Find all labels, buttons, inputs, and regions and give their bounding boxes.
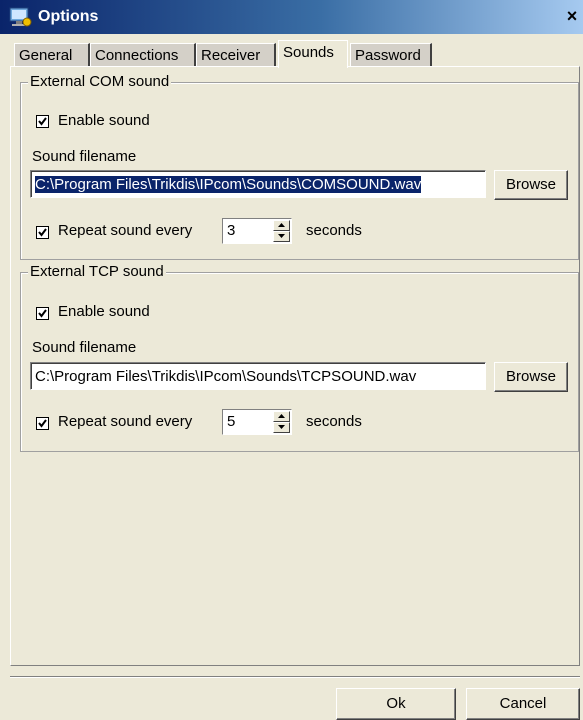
close-icon[interactable]: × xyxy=(563,6,581,26)
com-filename-label: Sound filename xyxy=(32,148,137,165)
tcp-repeat-checkbox[interactable] xyxy=(36,417,49,430)
tcp-repeat-value: 5 xyxy=(227,413,236,430)
spin-down-icon[interactable] xyxy=(273,231,290,242)
com-repeat-label: Repeat sound every xyxy=(58,222,193,239)
spin-up-icon[interactable] xyxy=(273,220,290,231)
com-repeat-value: 3 xyxy=(227,222,236,239)
tcp-enable-checkbox[interactable] xyxy=(36,307,49,320)
window-title: Options xyxy=(38,8,99,25)
com-seconds-label: seconds xyxy=(306,222,362,239)
tab-sounds[interactable]: Sounds xyxy=(278,40,348,68)
tcp-filename-label: Sound filename xyxy=(32,339,137,356)
com-repeat-spinner[interactable]: 3 xyxy=(222,218,292,244)
tcp-sound-caption: External TCP sound xyxy=(28,263,166,280)
tab-receiver[interactable]: Receiver xyxy=(196,43,276,67)
tab-password[interactable]: Password xyxy=(350,43,432,67)
com-enable-label: Enable sound xyxy=(58,112,150,129)
com-browse-button[interactable]: Browse xyxy=(494,170,568,200)
tab-general[interactable]: General xyxy=(14,43,90,67)
ok-button[interactable]: Ok xyxy=(336,688,456,720)
tab-connections[interactable]: Connections xyxy=(90,43,196,67)
cancel-button[interactable]: Cancel xyxy=(466,688,580,720)
options-app-icon xyxy=(8,6,32,28)
com-repeat-checkbox[interactable] xyxy=(36,226,49,239)
com-enable-checkbox[interactable] xyxy=(36,115,49,128)
spin-down-icon[interactable] xyxy=(273,422,290,433)
spin-up-icon[interactable] xyxy=(273,411,290,422)
tcp-browse-button[interactable]: Browse xyxy=(494,362,568,392)
tcp-filename-input[interactable]: C:\Program Files\Trikdis\IPcom\Sounds\TC… xyxy=(30,362,486,390)
tcp-repeat-spinner[interactable]: 5 xyxy=(222,409,292,435)
title-bar[interactable]: Options × xyxy=(0,0,583,34)
tcp-repeat-label: Repeat sound every xyxy=(58,413,193,430)
tcp-seconds-label: seconds xyxy=(306,413,362,430)
com-sound-caption: External COM sound xyxy=(28,73,172,90)
com-filename-input[interactable]: C:\Program Files\Trikdis\IPcom\Sounds\CO… xyxy=(30,170,486,198)
com-filename-value: C:\Program Files\Trikdis\IPcom\Sounds\CO… xyxy=(35,176,422,193)
footer-divider xyxy=(10,676,580,678)
tcp-enable-label: Enable sound xyxy=(58,303,150,320)
tcp-filename-value: C:\Program Files\Trikdis\IPcom\Sounds\TC… xyxy=(35,368,417,385)
